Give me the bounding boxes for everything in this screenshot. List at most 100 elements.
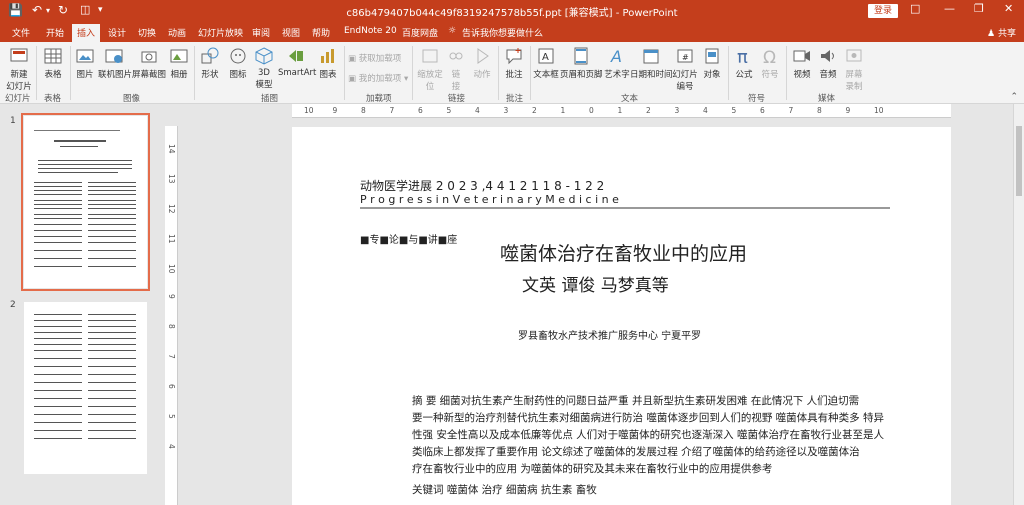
group-label-addins: 加载项 [366,94,392,104]
online-picture-button[interactable]: 联机图片 [98,46,132,80]
tab-home[interactable]: 开始 [46,26,64,39]
restore-icon[interactable]: ❐ [974,2,984,15]
wordart-button[interactable]: A 艺术字 [604,46,630,80]
object-icon [705,48,719,64]
ruler-tick-label: 4 [703,106,708,115]
3d-model-button[interactable]: 3D 模型 [252,46,276,90]
pi-icon: π [737,47,748,66]
link-button[interactable]: 链 接 [446,46,466,92]
paper-title: 噬菌体治疗在畜牧业中的应用 [500,243,748,265]
online-picture-icon [105,49,123,63]
header-footer-button[interactable]: 页眉和页脚 [560,46,603,80]
ruler-tick-label: 2 [532,106,537,115]
ruler-tick-label: 7 [389,106,395,115]
ruler-tick-label: 6 [418,106,423,115]
tab-insert[interactable]: 插入 [72,24,101,42]
textbox-icon: A [538,48,554,64]
table-button[interactable]: 表格 [40,46,66,80]
vertical-ruler: 14 13 12 11 10 9 8 7 6 5 4 [165,126,178,505]
datetime-button[interactable]: 日期和时间 [630,46,673,80]
ruler-tick-label: 4 [167,444,176,449]
comment-icon [506,48,522,65]
ruler-tick-label: 1 [617,106,623,115]
audio-button[interactable]: 音频 [816,46,840,80]
screenshot-icon [141,51,157,63]
ruler-tick-label: 9 [167,294,176,299]
textbox-button[interactable]: A 文本框 [532,46,560,80]
my-addins-button[interactable]: ▣ 我的加载项 ▾ [348,72,408,84]
share-button[interactable]: ♟ 共享 [987,26,1016,39]
comment-button[interactable]: 批注 [502,46,526,80]
tab-review[interactable]: 审阅 [252,26,270,39]
icons-icon [230,48,246,64]
ruler-tick-label: 5 [731,106,737,115]
svg-text:#: # [682,53,689,62]
separator [36,46,37,100]
collapse-ribbon-icon[interactable]: ⌃ [1010,92,1018,102]
tab-transitions[interactable]: 切换 [138,26,156,39]
svg-text:π: π [737,47,748,66]
slide-canvas[interactable]: 动物医学进展 2 0 2 3 ,4 4 1 2 1 1 8 - 1 2 2 P … [292,127,951,505]
chart-button[interactable]: 图表 [316,46,340,80]
tab-animations[interactable]: 动画 [168,26,186,39]
action-icon [477,48,489,64]
ruler-tick-label: 6 [760,106,765,115]
minimize-icon[interactable]: — [944,2,955,15]
tell-me-search[interactable]: 告诉我你想要做什么 [462,26,543,39]
album-button[interactable]: 相册 [168,46,190,80]
tab-design[interactable]: 设计 [108,26,126,39]
action-button[interactable]: 动作 [470,46,494,80]
title-bar: 💾 ↶ ▾ ↻ ◫ ▾ c86b479407b044c49f8319247578… [0,0,1024,22]
new-slide-button[interactable]: 新建 幻灯片 [6,46,32,92]
slide-number-button[interactable]: # 幻灯片 编号 [672,46,698,92]
equation-button[interactable]: π 公式 [732,46,756,80]
ruler-tick-label: 11 [167,234,176,244]
vertical-scrollbar[interactable] [1013,104,1024,505]
calendar-icon [643,49,659,64]
get-addins-button[interactable]: ▣ 获取加载项 [348,52,401,64]
slide-thumbnail-1[interactable] [21,113,150,291]
close-icon[interactable]: ✕ [1004,2,1013,15]
screenshot-button[interactable]: 屏幕截图 [132,46,166,80]
tab-help[interactable]: 帮助 [312,26,330,39]
symbol-button[interactable]: Ω 符号 [758,46,782,80]
screen-record-button[interactable]: 屏幕 录制 [842,46,866,92]
tab-slideshow[interactable]: 幻灯片放映 [198,26,243,39]
tab-endnote[interactable]: EndNote 20 [344,26,397,36]
paper-authors: 文英 谭俊 马梦真等 [522,276,669,296]
zoom-button[interactable]: 缩放定 位 [416,46,444,92]
group-label-images: 图像 [123,94,141,104]
ruler-tick-label: 5 [446,106,452,115]
wordart-icon: A [610,47,622,66]
separator [412,46,413,100]
author-affiliation: 罗县畜牧水产技术推广服务中心 宁夏平罗 [518,331,702,342]
ruler-tick-label: 1 [560,106,566,115]
tab-file[interactable]: 文件 [12,26,30,39]
video-button[interactable]: 视频 [790,46,814,80]
ruler-tick-label: 13 [167,174,176,184]
tab-baidu[interactable]: 百度网盘 [402,26,438,39]
object-button[interactable]: 对象 [700,46,724,80]
smartart-button[interactable]: SmartArt [278,46,316,78]
ruler-tick-label: 7 [788,106,794,115]
separator [498,46,499,100]
slide-number: 1 [10,116,16,126]
lightbulb-icon: ☼ [448,26,457,36]
ribbon-tabs: 文件 开始 插入 设计 切换 动画 幻灯片放映 审阅 视图 帮助 EndNote… [0,22,1024,42]
slide-thumbnail-2[interactable] [24,302,147,474]
shapes-button[interactable]: 形状 [198,46,222,80]
group-label-tables: 表格 [44,94,62,104]
header-footer-icon [574,47,588,65]
abstract-line: 摘 要 细菌对抗生素产生耐药性的问题日益严重 并且新型抗生素研发困难 在此情况下… [412,395,860,407]
icons-button[interactable]: 图标 [226,46,250,80]
picture-button[interactable]: 图片 [74,46,96,80]
ribbon-display-options-icon[interactable]: □ [910,2,920,15]
svg-text:Ω: Ω [763,48,776,66]
slide-number: 2 [10,300,16,310]
scrollbar-thumb[interactable] [1016,126,1022,196]
abstract-line: 类临床上都发挥了重要作用 论文综述了噬菌体的发展过程 介绍了噬菌体的给药途径以及… [412,446,860,458]
ruler-tick-label: 0 [589,106,594,115]
tab-view[interactable]: 视图 [282,26,300,39]
separator [530,46,531,100]
login-button[interactable]: 登录 [868,4,898,18]
